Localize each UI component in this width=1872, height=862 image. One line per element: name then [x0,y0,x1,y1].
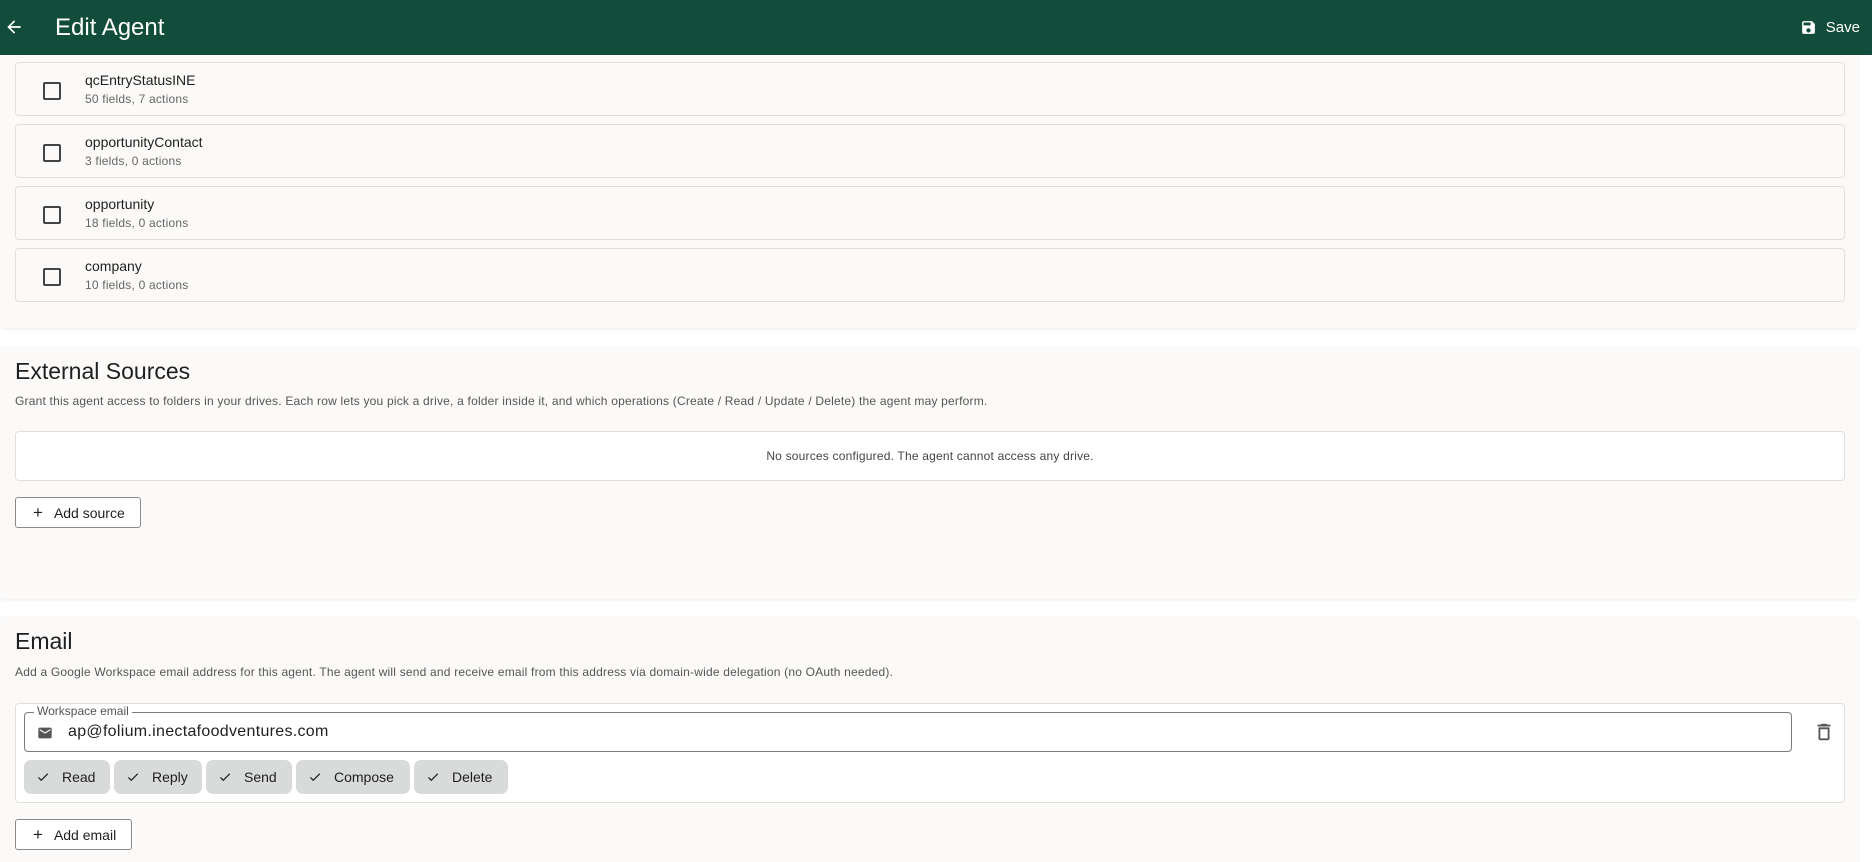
delete-email-button[interactable] [1813,720,1835,744]
checkmark-icon [37,773,49,782]
sources-empty-state: No sources configured. The agent cannot … [15,431,1845,481]
object-checkbox[interactable] [43,268,61,286]
permission-chip-delete[interactable]: Delete [414,760,508,794]
external-sources-card: External Sources Grant this agent access… [0,347,1858,599]
checkmark-icon [219,773,231,782]
floppy-disk-icon [1801,20,1815,34]
workspace-email-field[interactable]: Workspace email [24,704,1792,752]
arrow-left-icon [7,20,21,34]
checkmark-icon [309,773,321,782]
permission-chip-label: Send [244,769,277,785]
save-button[interactable]: Save [1800,12,1860,42]
plus-icon: + [33,825,43,844]
object-checkbox[interactable] [43,82,61,100]
object-checkbox[interactable] [43,144,61,162]
permission-chip-label: Read [62,769,96,785]
object-name: company [85,258,142,274]
add-email-label: Add email [53,826,117,843]
trash-icon [1817,723,1831,741]
checkmark-icon [427,773,439,782]
permission-chip-compose[interactable]: Compose [296,760,410,794]
object-checkbox[interactable] [43,206,61,224]
add-email-button[interactable]: + Add email [15,819,133,850]
add-source-button[interactable]: + Add source [15,497,141,528]
email-entry: Workspace email Read Reply [15,703,1845,803]
object-name: qcEntryStatusINE [85,72,196,88]
external-sources-title: External Sources [15,358,191,384]
permission-chip-send[interactable]: Send [206,760,292,794]
permission-chip-label: Delete [452,769,493,785]
object-name: opportunityContact [85,134,203,150]
page-title: Edit Agent [55,14,165,41]
object-meta: 18 fields, 0 actions [85,216,189,230]
permission-chip-read[interactable]: Read [24,760,110,794]
object-row[interactable]: opportunity 18 fields, 0 actions [15,186,1845,240]
add-source-label: Add source [53,504,125,521]
external-sources-description: Grant this agent access to folders in yo… [15,394,988,408]
object-name: opportunity [85,196,155,212]
email-description: Add a Google Workspace email address for… [15,665,894,679]
save-button-label: Save [1825,18,1860,36]
main-content[interactable]: qcEntryStatusINE 50 fields, 7 actions op… [0,55,1872,862]
object-row[interactable]: company 10 fields, 0 actions [15,248,1845,302]
checkmark-icon [127,773,139,782]
sources-empty-message: No sources configured. The agent cannot … [766,449,1094,463]
back-button[interactable] [0,13,28,41]
permission-chip-label: Reply [152,769,188,785]
email-title: Email [15,628,73,654]
objects-card: qcEntryStatusINE 50 fields, 7 actions op… [0,55,1858,328]
object-meta: 10 fields, 0 actions [85,278,189,292]
object-meta: 3 fields, 0 actions [85,154,182,168]
permission-chip-label: Compose [334,769,394,785]
app-bar: Edit Agent Save [0,0,1872,55]
envelope-icon [38,727,52,739]
workspace-email-input[interactable] [68,713,1768,751]
permission-chip-reply[interactable]: Reply [114,760,202,794]
object-row[interactable]: qcEntryStatusINE 50 fields, 7 actions [15,62,1845,116]
email-card: Email Add a Google Workspace email addre… [0,617,1858,862]
plus-icon: + [33,503,43,522]
object-meta: 50 fields, 7 actions [85,92,189,106]
object-row[interactable]: opportunityContact 3 fields, 0 actions [15,124,1845,178]
